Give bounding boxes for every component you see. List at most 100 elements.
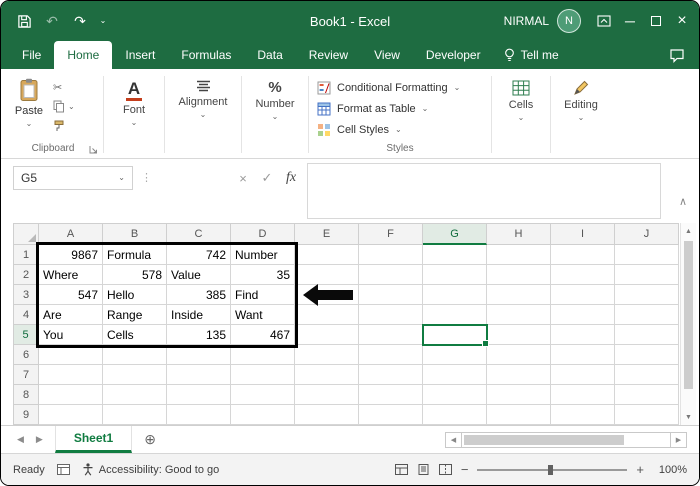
row-header-1[interactable]: 1 [13, 245, 39, 265]
cell-A2[interactable]: Where [39, 265, 103, 285]
cell-G5[interactable] [423, 325, 487, 345]
cell-J1[interactable] [615, 245, 679, 265]
cell-C5[interactable]: 135 [167, 325, 231, 345]
column-header-B[interactable]: B [103, 223, 167, 245]
cell-A9[interactable] [39, 405, 103, 425]
cell-A7[interactable] [39, 365, 103, 385]
cell-I2[interactable] [551, 265, 615, 285]
cell-A6[interactable] [39, 345, 103, 365]
cell-C1[interactable]: 742 [167, 245, 231, 265]
sheet-nav-right-icon[interactable]: ▶ [30, 434, 49, 445]
cell-F2[interactable] [359, 265, 423, 285]
cell-F7[interactable] [359, 365, 423, 385]
cell-C2[interactable]: Value [167, 265, 231, 285]
comments-button[interactable] [669, 41, 685, 69]
column-header-H[interactable]: H [487, 223, 551, 245]
formula-input[interactable] [307, 163, 661, 219]
cell-G8[interactable] [423, 385, 487, 405]
cell-E6[interactable] [295, 345, 359, 365]
minimize-button[interactable]: ─ [617, 6, 643, 36]
vertical-scroll-thumb[interactable] [684, 241, 693, 389]
tab-developer[interactable]: Developer [413, 41, 494, 69]
cell-G4[interactable] [423, 305, 487, 325]
cell-I6[interactable] [551, 345, 615, 365]
column-header-F[interactable]: F [359, 223, 423, 245]
cell-E3[interactable] [295, 285, 359, 305]
cell-F1[interactable] [359, 245, 423, 265]
cell-B8[interactable] [103, 385, 167, 405]
tab-review[interactable]: Review [296, 41, 361, 69]
undo-button[interactable]: ↶ [39, 6, 65, 36]
column-header-C[interactable]: C [167, 223, 231, 245]
cell-C3[interactable]: 385 [167, 285, 231, 305]
cell-D3[interactable]: Find [231, 285, 295, 305]
row-header-3[interactable]: 3 [13, 285, 39, 305]
horizontal-scroll-track[interactable] [462, 431, 670, 448]
cell-C8[interactable] [167, 385, 231, 405]
insert-function-button[interactable]: fx [281, 167, 301, 189]
column-header-E[interactable]: E [295, 223, 359, 245]
cell-B6[interactable] [103, 345, 167, 365]
cell-E4[interactable] [295, 305, 359, 325]
cell-E1[interactable] [295, 245, 359, 265]
cell-I4[interactable] [551, 305, 615, 325]
sheet-nav-left-icon[interactable]: ◀ [11, 434, 30, 445]
cell-F6[interactable] [359, 345, 423, 365]
cell-B9[interactable] [103, 405, 167, 425]
cell-J8[interactable] [615, 385, 679, 405]
paste-button[interactable]: Paste ⌄ [5, 71, 53, 143]
tab-file[interactable]: File [9, 41, 54, 69]
zoom-level[interactable]: 100% [653, 464, 687, 476]
tell-me-button[interactable]: Tell me [494, 41, 569, 69]
cell-J7[interactable] [615, 365, 679, 385]
normal-view-button[interactable] [394, 464, 408, 475]
vertical-scrollbar[interactable]: ▲ ▼ [680, 223, 696, 425]
scroll-left-button[interactable]: ◀ [445, 431, 462, 448]
cell-A3[interactable]: 547 [39, 285, 103, 305]
format-painter-button[interactable] [53, 119, 75, 132]
enter-button[interactable]: ✓ [257, 167, 277, 189]
tab-insert[interactable]: Insert [112, 41, 168, 69]
accessibility-checker[interactable]: Accessibility: Good to go [82, 463, 219, 476]
cell-J9[interactable] [615, 405, 679, 425]
tab-formulas[interactable]: Formulas [168, 41, 244, 69]
cell-B4[interactable]: Range [103, 305, 167, 325]
cell-J5[interactable] [615, 325, 679, 345]
cell-F5[interactable] [359, 325, 423, 345]
cell-H2[interactable] [487, 265, 551, 285]
cell-H8[interactable] [487, 385, 551, 405]
cells-group-button[interactable]: Cells ⌄ [494, 71, 548, 158]
scroll-up-button[interactable]: ▲ [681, 223, 696, 239]
cell-J3[interactable] [615, 285, 679, 305]
cell-B3[interactable]: Hello [103, 285, 167, 305]
select-all-button[interactable] [13, 223, 39, 245]
copy-button[interactable]: ⌄ [53, 100, 75, 113]
sheet-tab-sheet1[interactable]: Sheet1 [54, 426, 133, 453]
column-header-G[interactable]: G [423, 223, 487, 245]
cell-C7[interactable] [167, 365, 231, 385]
cell-G3[interactable] [423, 285, 487, 305]
cancel-button[interactable]: × [233, 167, 253, 189]
cell-H6[interactable] [487, 345, 551, 365]
cell-A5[interactable]: You [39, 325, 103, 345]
cell-I7[interactable] [551, 365, 615, 385]
tab-view[interactable]: View [361, 41, 413, 69]
cell-H5[interactable] [487, 325, 551, 345]
cell-H9[interactable] [487, 405, 551, 425]
scroll-right-button[interactable]: ▶ [670, 431, 687, 448]
cell-H1[interactable] [487, 245, 551, 265]
cell-A8[interactable] [39, 385, 103, 405]
cell-F3[interactable] [359, 285, 423, 305]
clipboard-dialog-launcher-icon[interactable] [89, 145, 98, 154]
cell-F9[interactable] [359, 405, 423, 425]
horizontal-scrollbar[interactable]: ◀ ▶ [445, 431, 687, 448]
formula-bar-collapse-icon[interactable]: ∧ [679, 195, 687, 208]
macro-record-icon[interactable] [56, 464, 70, 475]
cell-G7[interactable] [423, 365, 487, 385]
save-button[interactable] [11, 6, 37, 36]
cell-D6[interactable] [231, 345, 295, 365]
cell-D8[interactable] [231, 385, 295, 405]
cell-D4[interactable]: Want [231, 305, 295, 325]
cell-G9[interactable] [423, 405, 487, 425]
cell-J6[interactable] [615, 345, 679, 365]
